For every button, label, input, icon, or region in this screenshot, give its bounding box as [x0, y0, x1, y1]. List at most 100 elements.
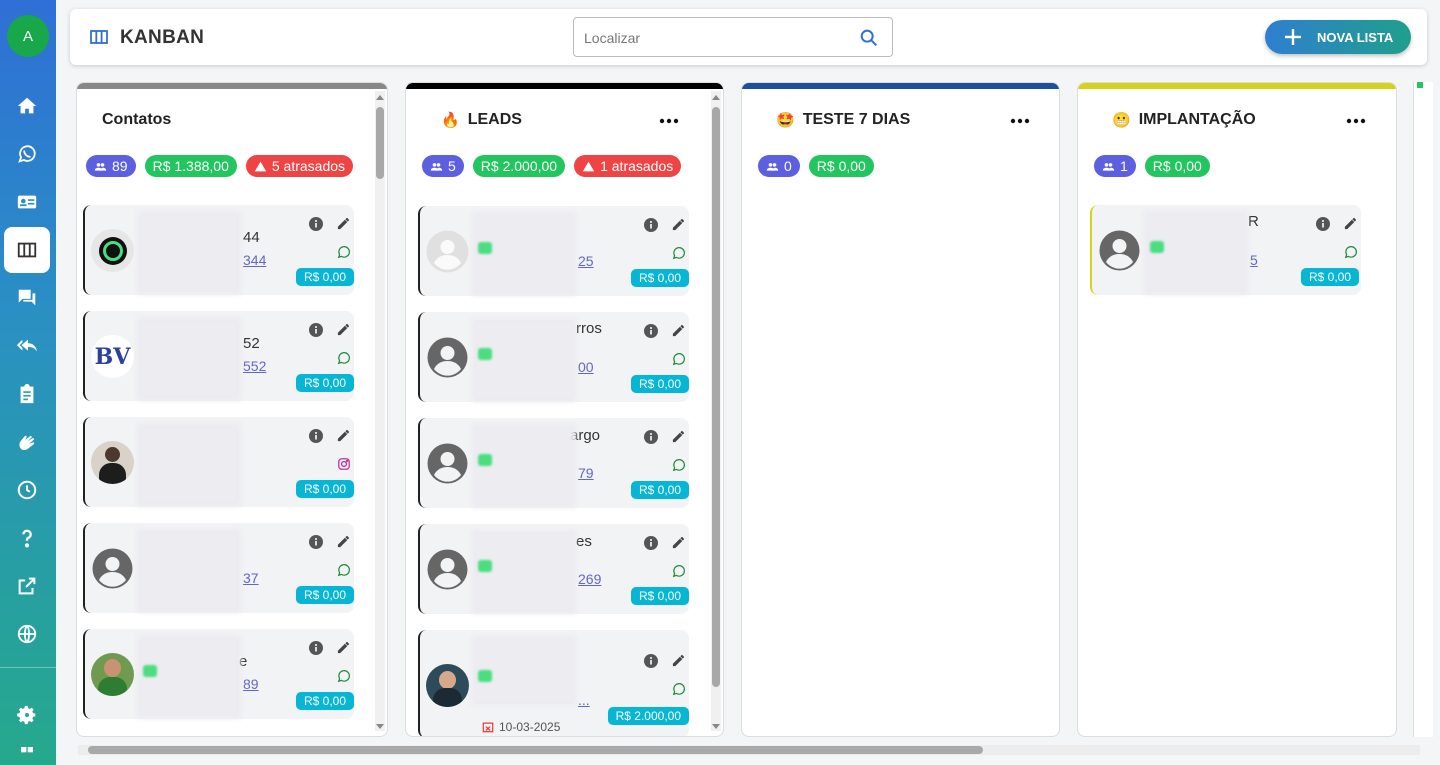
tag-chip: [143, 665, 157, 677]
chat-icon[interactable]: [4, 275, 50, 321]
column-badges: 89 R$ 1.388,00 5 atrasados: [86, 155, 354, 177]
reply-all-icon[interactable]: [4, 323, 50, 369]
people-icon: [94, 162, 107, 171]
total-value-badge: R$ 1.388,00: [144, 155, 237, 177]
new-list-button[interactable]: NOVA LISTA: [1265, 20, 1411, 54]
column-scrollbar[interactable]: [711, 91, 721, 731]
edit-icon[interactable]: [671, 323, 686, 338]
info-icon[interactable]: [309, 535, 323, 549]
tag-chip: [1150, 241, 1164, 253]
scrollbar-thumb[interactable]: [376, 107, 384, 179]
info-icon[interactable]: [644, 430, 658, 444]
edit-icon[interactable]: [671, 535, 686, 550]
more-options-icon[interactable]: [1009, 111, 1031, 131]
board-horizontal-scrollbar[interactable]: [78, 745, 1420, 755]
settings-icon[interactable]: [4, 692, 50, 738]
fire-icon: 🔥: [441, 112, 460, 129]
edit-icon[interactable]: [671, 653, 686, 668]
redacted-area: [137, 423, 241, 507]
info-icon[interactable]: [309, 429, 323, 443]
kanban-card[interactable]: argo 79 R$ 0,00: [418, 418, 689, 508]
kanban-card[interactable]: rros 00 R$ 0,00: [418, 312, 689, 402]
card-value-badge: R$ 0,00: [630, 269, 689, 287]
info-icon[interactable]: [644, 536, 658, 550]
kanban-card[interactable]: e 89 R$ 0,00: [83, 629, 354, 719]
search-input[interactable]: [584, 27, 844, 49]
kanban-card[interactable]: BV 52 552 R$ 0,00: [83, 311, 354, 401]
whatsapp-icon: [1344, 246, 1357, 259]
whatsapp-icon: [337, 670, 350, 683]
info-icon[interactable]: [309, 217, 323, 231]
home-icon[interactable]: [4, 83, 50, 129]
redacted-area: [137, 529, 241, 613]
scroll-down-icon[interactable]: [375, 723, 385, 731]
info-icon[interactable]: [1316, 217, 1330, 231]
kanban-card[interactable]: 44 344 R$ 0,00: [83, 205, 354, 295]
card-value-badge: R$ 0,00: [630, 481, 689, 499]
edit-icon[interactable]: [336, 534, 351, 549]
kanban-card[interactable]: ... R$ 2.000,00 10-03-2025: [418, 630, 689, 736]
edit-icon[interactable]: [336, 322, 351, 337]
star-eyes-icon: 🤩: [776, 112, 795, 129]
kanban-card[interactable]: 25 R$ 0,00: [418, 206, 689, 296]
plus-icon: [1285, 29, 1301, 45]
column-badges: 1 R$ 0,00: [1094, 155, 1210, 177]
search-icon[interactable]: [858, 27, 880, 49]
clock-icon[interactable]: [4, 467, 50, 513]
edit-icon[interactable]: [671, 217, 686, 232]
redacted-area: [137, 635, 241, 719]
edit-icon[interactable]: [336, 216, 351, 231]
column-title: Contatos: [102, 111, 172, 128]
scrollbar-thumb[interactable]: [88, 746, 983, 754]
redacted-area: [472, 212, 576, 296]
user-avatar[interactable]: A: [7, 15, 49, 57]
help-icon[interactable]: [4, 515, 50, 561]
default-avatar-icon: [427, 337, 468, 378]
contact-card-icon[interactable]: [4, 179, 50, 225]
external-link-icon[interactable]: [4, 563, 50, 609]
contact-avatar: BV: [91, 335, 134, 378]
kanban-icon: [90, 30, 108, 44]
edit-icon[interactable]: [671, 429, 686, 444]
scroll-down-icon[interactable]: [711, 723, 721, 731]
info-icon[interactable]: [309, 323, 323, 337]
more-options-icon[interactable]: [1345, 111, 1367, 131]
default-avatar-icon: [92, 548, 133, 589]
card-value-badge: R$ 0,00: [295, 692, 354, 710]
column-accent-bar: [1078, 83, 1396, 89]
kanban-column-partial: [1413, 82, 1433, 737]
tag-chip: [478, 670, 492, 682]
late-badge: 1 atrasados: [574, 155, 682, 177]
clap-icon[interactable]: [4, 419, 50, 465]
edit-icon[interactable]: [336, 428, 351, 443]
default-avatar-icon: [427, 443, 468, 484]
scrollbar-thumb[interactable]: [712, 107, 720, 687]
info-icon[interactable]: [644, 218, 658, 232]
card-value-badge: R$ 0,00: [295, 480, 354, 498]
whatsapp-icon: [672, 565, 685, 578]
kanban-column-implantacao: 😬 IMPLANTAÇÃO 1 R$ 0,00 R 5 R$ 0,00: [1077, 82, 1397, 737]
kanban-card[interactable]: R 5 R$ 0,00: [1090, 205, 1361, 295]
info-icon[interactable]: [644, 324, 658, 338]
contacts-count-badge: 1: [1094, 155, 1136, 177]
scroll-up-icon[interactable]: [375, 93, 385, 101]
column-accent-bar: [406, 83, 723, 89]
kanban-card[interactable]: R$ 0,00: [83, 417, 354, 507]
redacted-area: [137, 211, 241, 295]
search-box: [573, 17, 893, 57]
edit-icon[interactable]: [1343, 216, 1358, 231]
edit-icon[interactable]: [336, 640, 351, 655]
info-icon[interactable]: [644, 654, 658, 668]
dashboard-icon[interactable]: [4, 745, 50, 765]
kanban-icon[interactable]: [4, 227, 50, 273]
whatsapp-icon[interactable]: [4, 131, 50, 177]
kanban-card[interactable]: 37 R$ 0,00: [83, 523, 354, 613]
clipboard-icon[interactable]: [4, 371, 50, 417]
scroll-up-icon[interactable]: [711, 93, 721, 101]
kanban-card[interactable]: es 269 R$ 0,00: [418, 524, 689, 614]
globe-icon[interactable]: [4, 611, 50, 657]
instagram-icon: [338, 458, 350, 470]
more-options-icon[interactable]: [658, 111, 680, 131]
info-icon[interactable]: [309, 641, 323, 655]
column-scrollbar[interactable]: [375, 91, 385, 731]
